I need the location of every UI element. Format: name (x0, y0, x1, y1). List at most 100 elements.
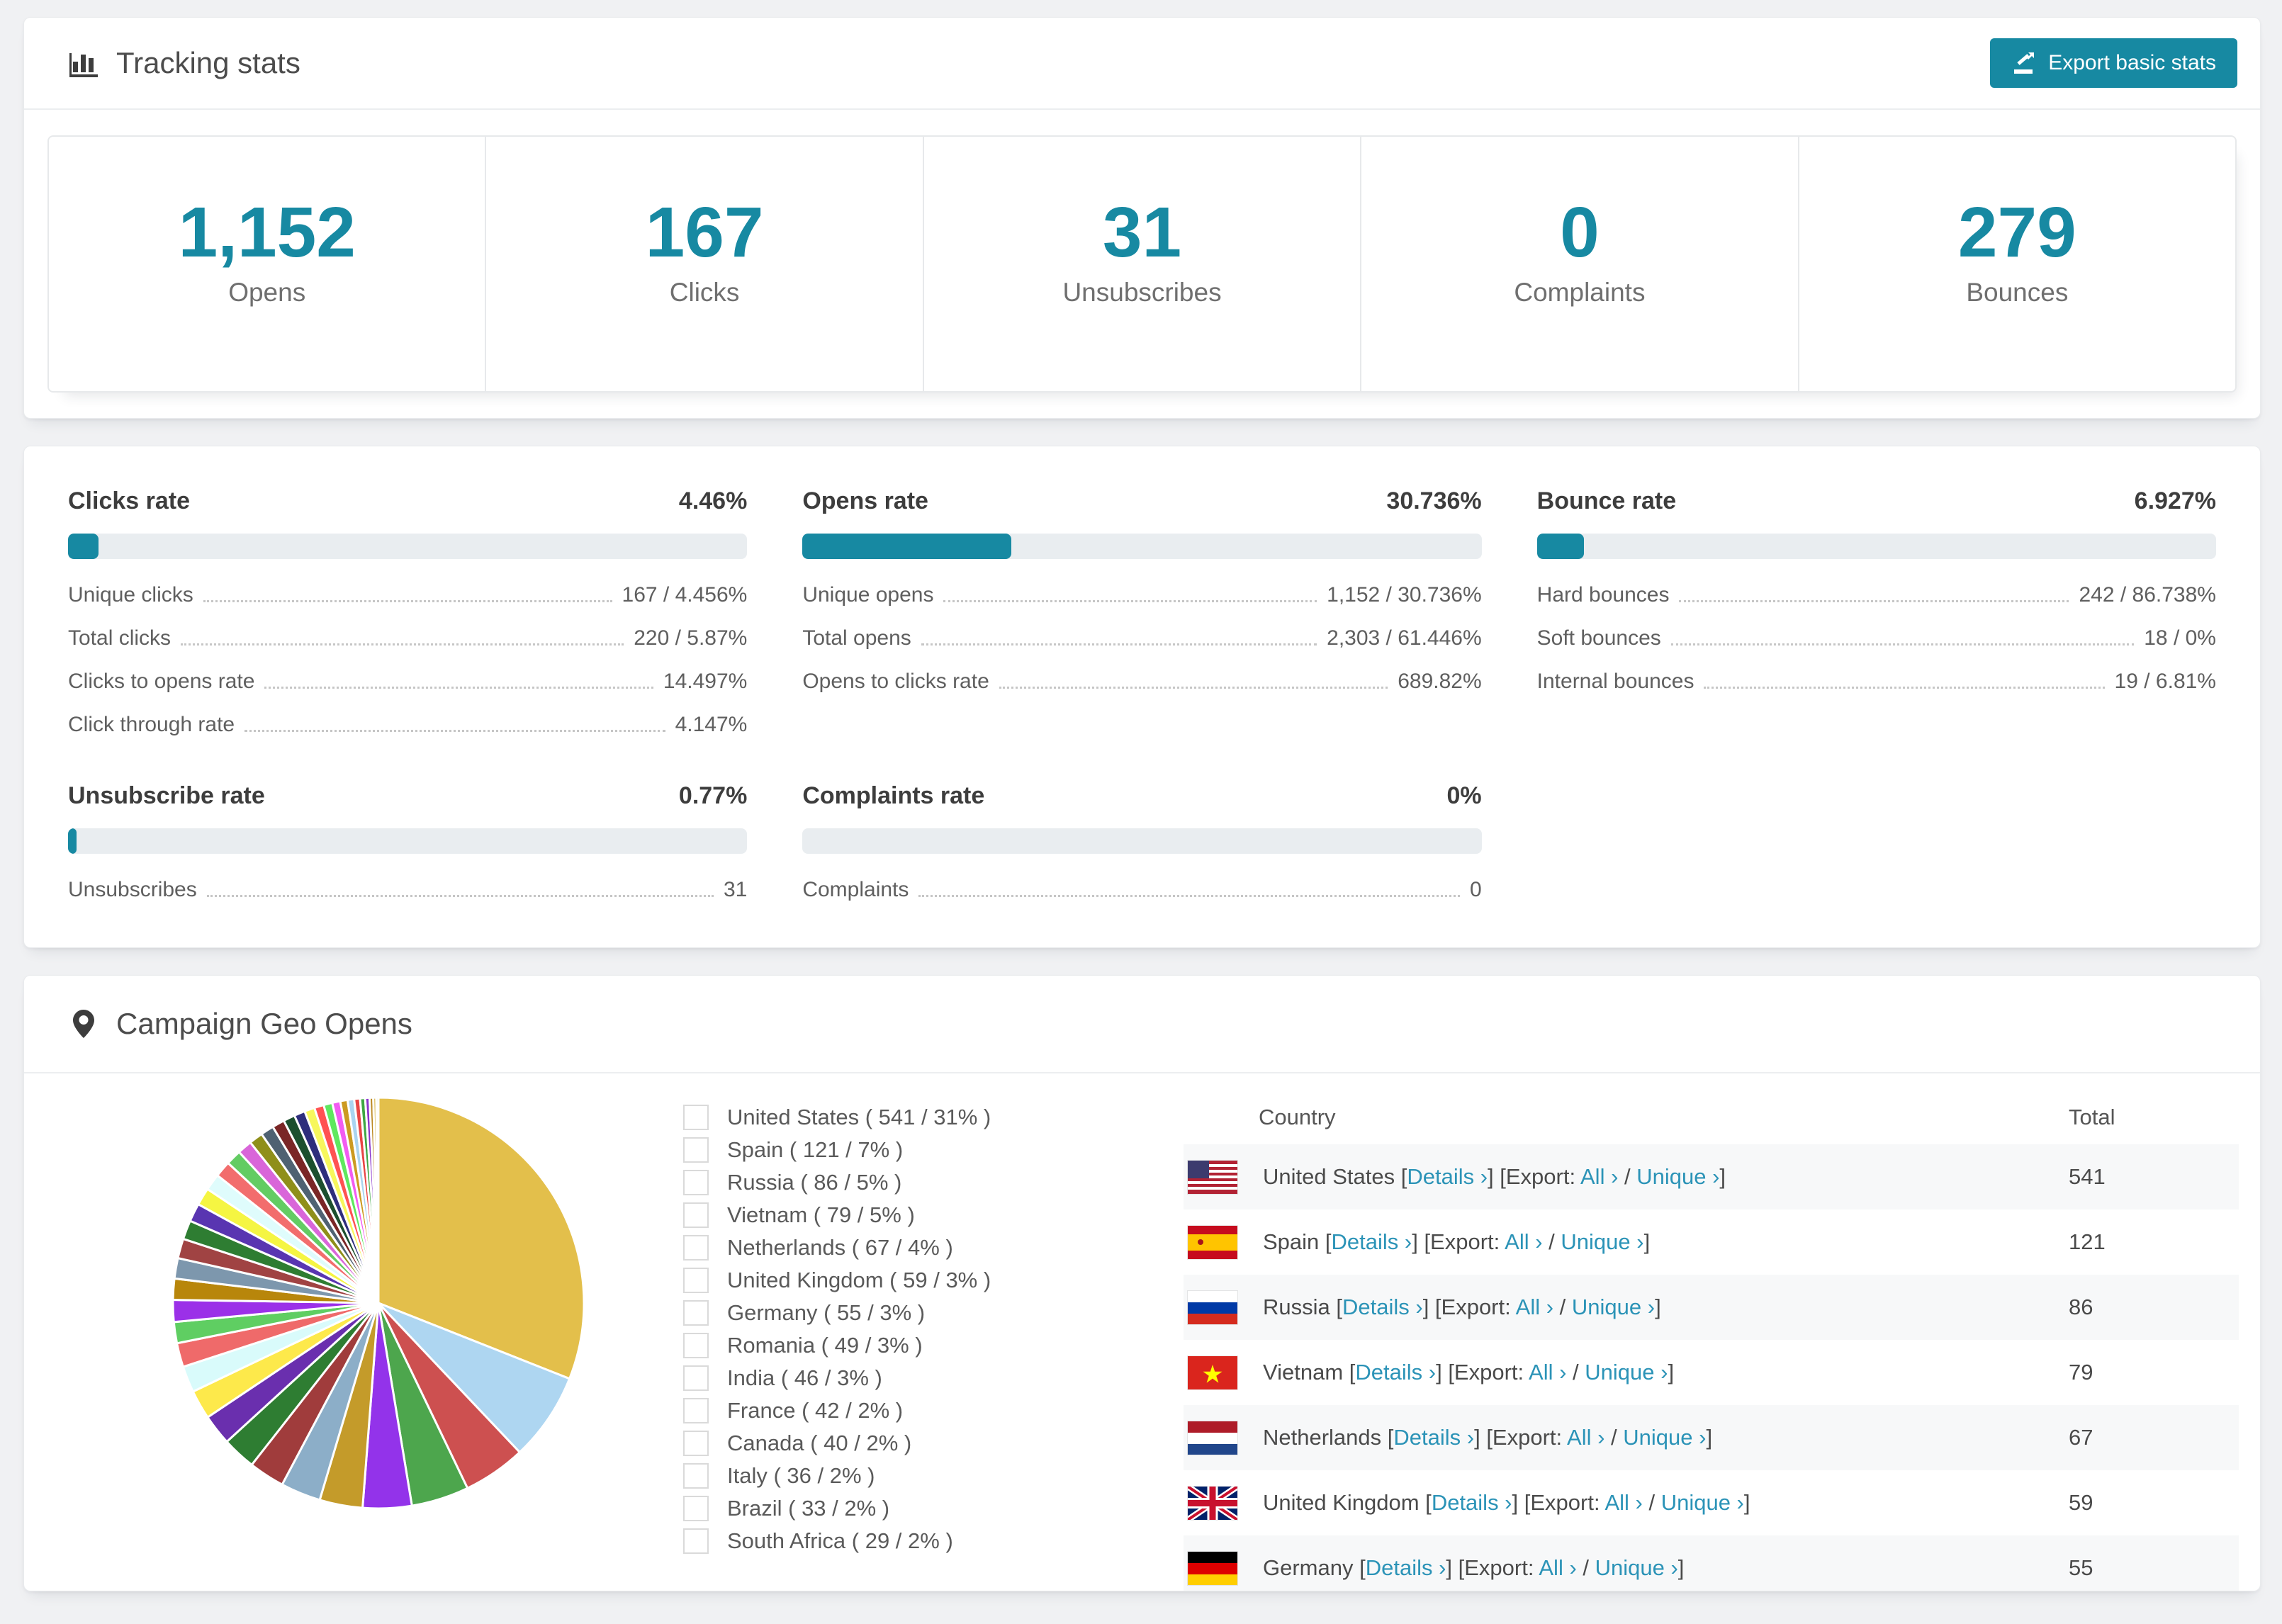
legend-item-vietnam[interactable]: Vietnam ( 79 / 5% ) (683, 1202, 1080, 1228)
legend-item-spain[interactable]: Spain ( 121 / 7% ) (683, 1137, 1080, 1163)
slash-separator: / (1566, 1360, 1585, 1385)
rate-panel-value: 4.46% (678, 487, 748, 514)
legend-label: Romania ( 49 / 3% ) (727, 1333, 923, 1358)
details-link[interactable]: Details › (1342, 1295, 1423, 1319)
export-unique-link[interactable]: Unique › (1585, 1360, 1668, 1385)
dotted-leader (1704, 687, 2105, 689)
legend-label: Spain ( 121 / 7% ) (727, 1137, 904, 1162)
legend-item-romania[interactable]: Romania ( 49 / 3% ) (683, 1333, 1080, 1358)
details-link[interactable]: Details › (1355, 1360, 1436, 1385)
country-name: Germany [ (1263, 1555, 1366, 1580)
slash-separator: / (1553, 1295, 1572, 1319)
rate-stat-value: 2,303 / 61.446% (1327, 626, 1482, 650)
dotted-leader (918, 895, 1460, 897)
dotted-leader (1679, 600, 2069, 602)
rate-panel-title-row: Complaints rate 0% (802, 782, 1481, 810)
export-icon (2014, 52, 2035, 74)
details-link[interactable]: Details › (1407, 1164, 1488, 1189)
rate-stat-row: Soft bounces 18 / 0% (1537, 626, 2216, 650)
dotted-leader (943, 600, 1317, 602)
legend-item-united-kingdom[interactable]: United Kingdom ( 59 / 3% ) (683, 1268, 1080, 1293)
rate-panel-title: Unsubscribe rate (68, 782, 265, 809)
summary-label: Opens (228, 278, 306, 307)
export-unique-link[interactable]: Unique › (1572, 1295, 1655, 1319)
rate-stat-value: 220 / 5.87% (634, 626, 748, 650)
table-row-de: Germany [Details ›] [Export: All › / Uni… (1184, 1535, 2239, 1591)
export-all-link[interactable]: All › (1529, 1360, 1566, 1385)
export-all-link[interactable]: All › (1567, 1425, 1604, 1450)
legend-item-netherlands[interactable]: Netherlands ( 67 / 4% ) (683, 1235, 1080, 1261)
dotted-leader (206, 895, 714, 897)
export-unique-link[interactable]: Unique › (1623, 1425, 1706, 1450)
export-all-link[interactable]: All › (1516, 1295, 1553, 1319)
rate-panel-bounce-rate: Bounce rate 6.927% Hard bounces 242 / 86.73… (1536, 487, 2216, 737)
legend-item-india[interactable]: India ( 46 / 3% ) (683, 1365, 1080, 1391)
rate-stat-label: Unique clicks (68, 583, 193, 607)
rate-stat-row: Total opens 2,303 / 61.446% (802, 626, 1481, 650)
rate-stat-value: 14.497% (663, 670, 748, 693)
rate-stat-row: Click through rate 4.147% (68, 713, 747, 737)
rate-panel-value: 0.77% (678, 782, 748, 809)
export-unique-link[interactable]: Unique › (1636, 1164, 1719, 1189)
geo-section-title: Campaign Geo Opens (116, 1007, 412, 1040)
geo-table: Country Total United States [Details ›] … (1184, 1090, 2239, 1591)
export-all-link[interactable]: All › (1505, 1229, 1542, 1254)
progress-bar-fill (802, 534, 1011, 559)
progress-bar (1536, 534, 2216, 559)
country-cell: United Kingdom [Details ›] [Export: All … (1263, 1490, 2069, 1516)
summary-cell-clicks: 167 Clicks (485, 137, 922, 391)
country-name: Netherlands [ (1263, 1425, 1394, 1450)
legend-item-france[interactable]: France ( 42 / 2% ) (683, 1398, 1080, 1423)
rate-stat-label: Complaints (802, 878, 909, 901)
rate-stat-value: 167 / 4.456% (622, 583, 748, 607)
table-row-nl: Netherlands [Details ›] [Export: All › /… (1184, 1405, 2239, 1470)
details-link[interactable]: Details › (1393, 1425, 1474, 1450)
progress-bar (802, 828, 1482, 854)
export-unique-link[interactable]: Unique › (1595, 1555, 1678, 1580)
progress-bar-fill (68, 534, 99, 559)
legend-label: Netherlands ( 67 / 4% ) (727, 1235, 953, 1260)
country-name: Russia [ (1263, 1295, 1342, 1319)
slash-separator: / (1542, 1229, 1561, 1254)
details-link[interactable]: Details › (1366, 1555, 1446, 1580)
export-all-link[interactable]: All › (1580, 1164, 1618, 1189)
column-header-total: Total (2069, 1105, 2115, 1129)
closing-bracket: ] (1743, 1490, 1750, 1515)
details-link[interactable]: Details › (1432, 1490, 1512, 1515)
summary-label: Complaints (1514, 278, 1646, 307)
flag-icon-es (1188, 1225, 1237, 1259)
legend-item-united-states[interactable]: United States ( 541 / 31% ) (683, 1105, 1080, 1130)
legend-item-brazil[interactable]: Brazil ( 33 / 2% ) (683, 1496, 1080, 1521)
legend-item-russia[interactable]: Russia ( 86 / 5% ) (683, 1170, 1080, 1195)
export-unique-link[interactable]: Unique › (1561, 1229, 1643, 1254)
tracking-stats-card: Tracking stats Export basic stats 1,152 O… (23, 17, 2261, 419)
total-cell: 121 (2069, 1229, 2106, 1254)
summary-value: 31 (1102, 193, 1182, 272)
flag-icon-vn (1188, 1355, 1237, 1389)
export-basic-stats-button[interactable]: Export basic stats (1990, 38, 2237, 88)
legend-color-swatch (683, 1202, 709, 1228)
legend-label: Germany ( 55 / 3% ) (727, 1300, 926, 1325)
country-cell: United States [Details ›] [Export: All ›… (1263, 1164, 2069, 1190)
export-button-label: Export basic stats (2048, 51, 2216, 74)
export-all-link[interactable]: All › (1604, 1490, 1642, 1515)
legend-item-south-africa[interactable]: South Africa ( 29 / 2% ) (683, 1528, 1080, 1554)
rate-stat-row: Unique opens 1,152 / 30.736% (802, 583, 1481, 607)
rate-stat-row: Clicks to opens rate 14.497% (68, 670, 747, 694)
export-unique-link[interactable]: Unique › (1661, 1490, 1744, 1515)
closing-bracket: ] (1655, 1295, 1661, 1319)
country-name: United States [ (1263, 1164, 1407, 1189)
legend-item-italy[interactable]: Italy ( 36 / 2% ) (683, 1463, 1080, 1489)
export-prefix: ] [Export: (1488, 1164, 1580, 1189)
dotted-leader (181, 643, 624, 645)
legend-item-canada[interactable]: Canada ( 40 / 2% ) (683, 1431, 1080, 1456)
total-cell: 67 (2069, 1425, 2093, 1450)
export-all-link[interactable]: All › (1539, 1555, 1576, 1580)
geo-body: United States ( 541 / 31% ) Spain ( 121 /… (24, 1073, 2260, 1591)
summary-cell-complaints: 0 Complaints (1360, 137, 1797, 391)
rate-stat-row: Unique clicks 167 / 4.456% (68, 583, 747, 607)
legend-item-germany[interactable]: Germany ( 55 / 3% ) (683, 1300, 1080, 1326)
export-prefix: ] [Export: (1446, 1555, 1539, 1580)
total-cell: 86 (2069, 1295, 2093, 1319)
details-link[interactable]: Details › (1332, 1229, 1412, 1254)
